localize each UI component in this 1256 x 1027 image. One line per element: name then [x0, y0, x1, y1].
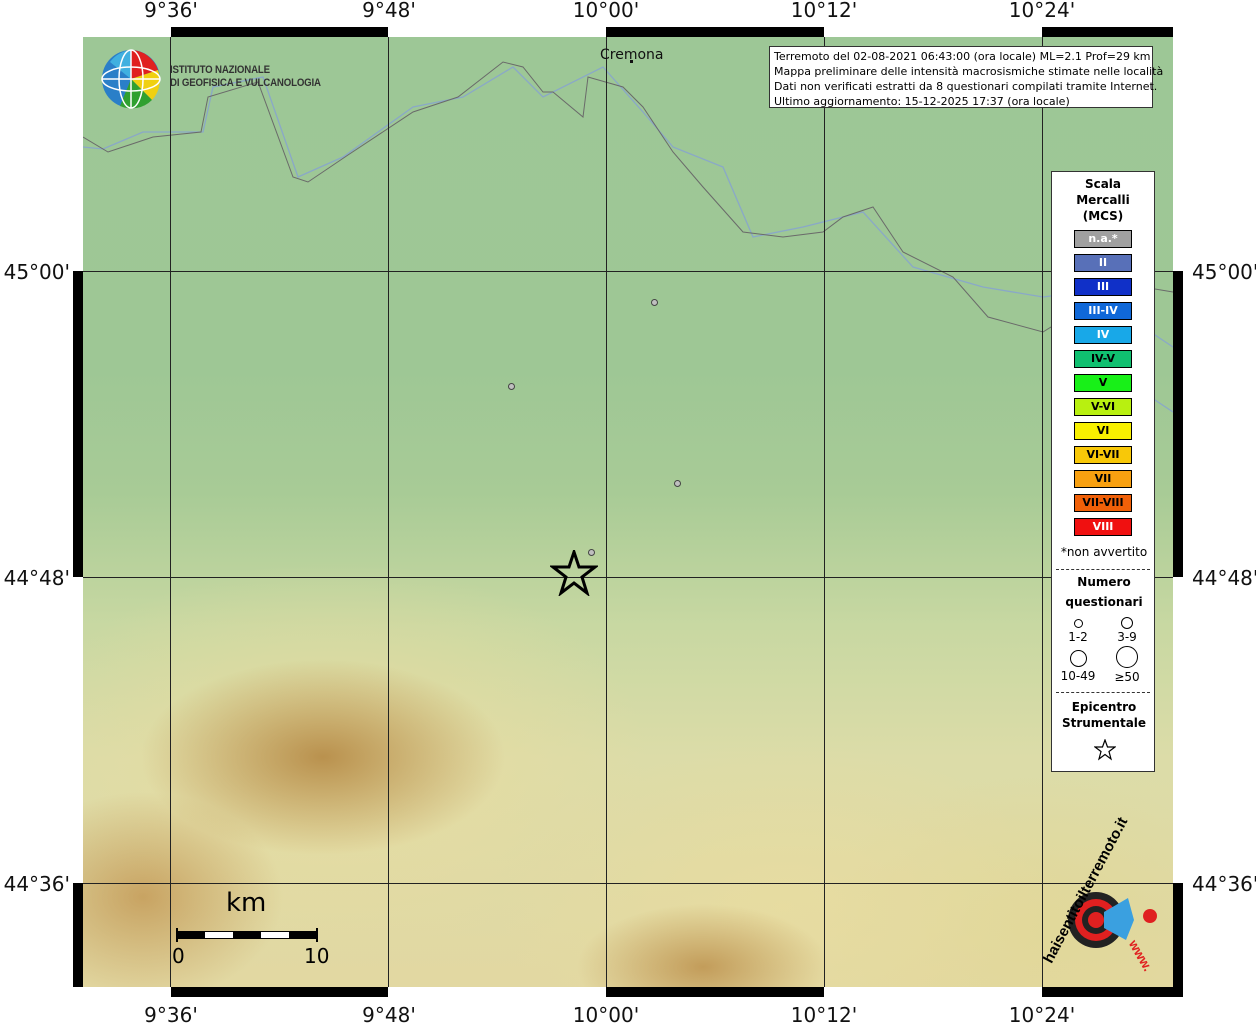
lat-label-left: 44°48' [3, 566, 70, 590]
globe-icon [101, 49, 161, 109]
rivers-boundaries [83, 61, 1173, 413]
event-info-box: Terremoto del 02-08-2021 06:43:00 (ora l… [769, 46, 1164, 108]
frame-tick [73, 27, 83, 271]
frame-tick [1173, 27, 1183, 271]
intensity-scale-item: IV [1074, 326, 1132, 344]
epicenter-star-icon[interactable] [550, 550, 598, 596]
intensity-scale-list: n.a.* II III III-IV IV IV-V V V-VI VI VI-VII VII VI… [1074, 230, 1132, 542]
haisentito-logo[interactable]: haisentitoilterremoto.it www. [1038, 814, 1168, 992]
lon-label-bottom: 10°12' [790, 1003, 858, 1027]
questionnaire-size-circle [1070, 650, 1087, 667]
scale-bar-tick [176, 928, 178, 942]
epicenter-title-line: Epicentro [1071, 700, 1137, 714]
legend-title-line: (MCS) [1082, 209, 1124, 223]
lat-label-right: 44°48' [1192, 566, 1256, 590]
legend: Scala Mercalli (MCS) n.a.* II III III-IV IV I… [1051, 171, 1155, 772]
questionnaire-size-label: ≥50 [1114, 670, 1140, 684]
lon-label-top: 10°00' [572, 0, 640, 22]
frame-tick [73, 987, 171, 997]
grid-line [388, 37, 389, 987]
lon-label-top: 9°36' [144, 0, 198, 22]
intensity-scale-item: V [1074, 374, 1132, 392]
legend-note: *non avvertito [1060, 545, 1148, 559]
questionnaire-size-label: 1-2 [1068, 630, 1088, 644]
legend-title: Scala Mercalli (MCS) [1052, 176, 1154, 224]
lat-label-right: 44°36' [1192, 872, 1256, 896]
data-note: Dati non verificati estratti da 8 questi… [774, 80, 1158, 93]
frame-tick [824, 27, 1042, 37]
questionnaire-size-circle [1121, 617, 1133, 629]
lon-label-bottom: 10°24' [1008, 1003, 1076, 1027]
frame-tick [824, 987, 1042, 997]
lon-label-bottom: 10°00' [572, 1003, 640, 1027]
questionnaires-title-line: questionari [1065, 595, 1143, 609]
last-update: Ultimo aggiornamento: 15-12-2025 17:37 (… [774, 95, 1070, 108]
lon-label-top: 10°24' [1008, 0, 1076, 22]
lon-label-top: 9°48' [362, 0, 416, 22]
epicenter-title: Epicentro Strumentale [1052, 699, 1156, 731]
scale-bar-unit: km [226, 888, 267, 918]
questionnaire-size-circle [1116, 646, 1138, 668]
scale-bar-end: 10 [304, 944, 330, 968]
questionnaire-size-circle [1074, 619, 1083, 628]
epicenter-legend-star-icon [1094, 739, 1116, 761]
frame-tick [73, 27, 171, 37]
lon-label-bottom: 9°48' [362, 1003, 416, 1027]
intensity-scale-item: V-VI [1074, 398, 1132, 416]
intensity-scale-item: IV-V [1074, 350, 1132, 368]
intensity-scale-item: VIII [1074, 518, 1132, 536]
logo-text: ISTITUTO NAZIONALE DI GEOFISICA E VULCAN… [170, 64, 321, 90]
grid-line [824, 37, 825, 987]
map-frame [73, 27, 1183, 997]
frame-tick [388, 987, 606, 997]
lon-label-top: 10°12' [790, 0, 858, 22]
grid-line [1042, 37, 1043, 987]
legend-title-line: Scala [1084, 177, 1122, 191]
intensity-scale-item: VII [1074, 470, 1132, 488]
epicenter-title-line: Strumentale [1061, 716, 1147, 730]
intensity-scale-item: VII-VIII [1074, 494, 1132, 512]
ingv-logo: ISTITUTO NAZIONALE DI GEOFISICA E VULCAN… [100, 48, 321, 110]
city-marker [630, 60, 633, 63]
frame-tick [1173, 577, 1183, 883]
legend-title-line: Mercalli [1076, 193, 1130, 207]
observation-point[interactable] [508, 383, 515, 390]
logo-line2: DI GEOFISICA E VULCANOLOGIA [170, 77, 321, 89]
intensity-scale-item: n.a.* [1074, 230, 1132, 248]
intensity-scale-item: VI [1074, 422, 1132, 440]
frame-tick [388, 27, 606, 37]
questionnaires-title: Numero questionari [1052, 572, 1156, 612]
observation-point[interactable] [651, 299, 658, 306]
questionnaire-size-label: 3-9 [1117, 630, 1137, 644]
scale-bar-start: 0 [172, 944, 185, 968]
observation-point[interactable] [674, 480, 681, 487]
scale-bar-tick [316, 928, 318, 942]
terrain-map[interactable] [83, 37, 1173, 987]
lat-label-left: 44°36' [3, 872, 70, 896]
scale-bar: km 0 10 [172, 888, 336, 968]
questionnaire-size-label: 10-49 [1060, 669, 1096, 683]
legend-divider [1056, 692, 1150, 693]
grid-line [83, 577, 1173, 578]
lat-label-left: 45°00' [3, 260, 70, 284]
logo-line1: ISTITUTO NAZIONALE [170, 64, 270, 76]
legend-divider [1056, 569, 1150, 570]
frame-tick [73, 577, 83, 883]
lat-label-right: 45°00' [1192, 260, 1256, 284]
questionnaires-title-line: Numero [1077, 575, 1131, 589]
event-title: Terremoto del 02-08-2021 06:43:00 (ora l… [774, 50, 1151, 63]
map-description: Mappa preliminare delle intensità macros… [774, 65, 1164, 78]
grid-line [83, 883, 1173, 884]
intensity-scale-item: III-IV [1074, 302, 1132, 320]
intensity-scale-item: VI-VII [1074, 446, 1132, 464]
scale-bar-ruler [176, 931, 318, 939]
intensity-scale-item: III [1074, 278, 1132, 296]
lon-label-bottom: 9°36' [144, 1003, 198, 1027]
grid-line [170, 37, 171, 987]
intensity-scale-item: II [1074, 254, 1132, 272]
grid-line [83, 271, 1173, 272]
grid-line [606, 37, 607, 987]
